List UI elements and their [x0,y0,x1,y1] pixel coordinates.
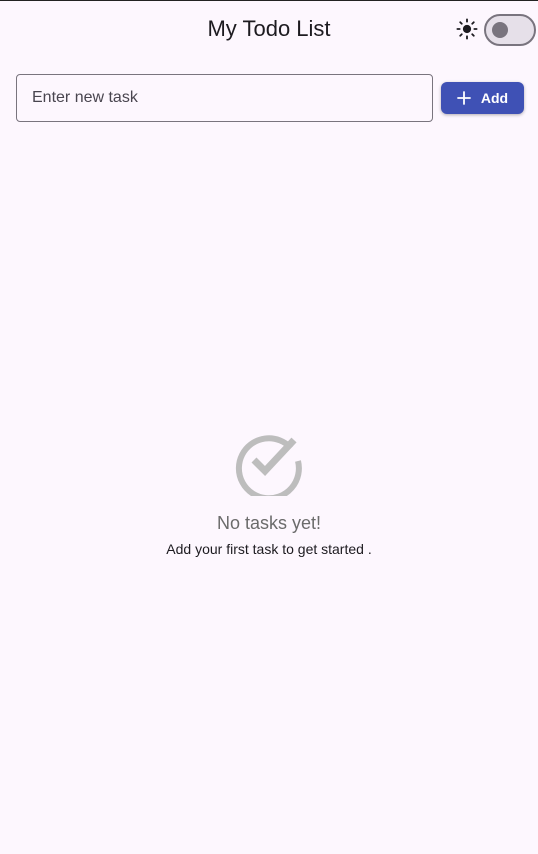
empty-state-title: No tasks yet! [216,513,322,533]
new-task-input[interactable] [16,74,433,122]
empty-state: No tasks yet! Add your first task to get… [0,426,538,558]
sun-icon [456,18,478,40]
add-button-label: Add [480,90,509,106]
toggle-thumb [492,22,508,38]
check-circle-icon [235,435,302,496]
empty-state-subtitle: Add your first task to get started . [166,541,372,557]
dark-mode-toggle[interactable] [484,14,536,46]
plus-icon [456,91,471,105]
add-task-button[interactable]: Add [441,82,524,114]
app-bar: My Todo List [0,1,538,57]
